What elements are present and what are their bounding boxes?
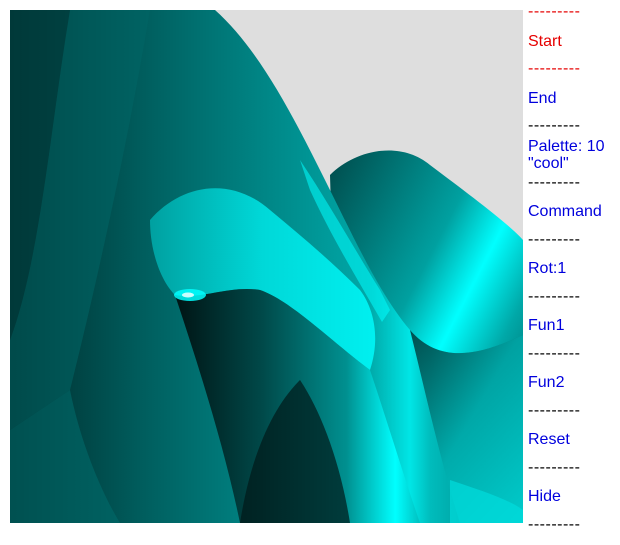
menu-separator: --------- — [528, 516, 581, 533]
menu-item-palette[interactable]: Palette: 10 "cool" — [528, 138, 605, 172]
menu-separator: --------- — [528, 231, 581, 248]
menu-separator: --------- — [528, 288, 581, 305]
menu-separator: --------- — [528, 117, 581, 134]
menu-item-end[interactable]: End — [528, 90, 556, 107]
menu-item-start[interactable]: Start — [528, 33, 562, 50]
app-window: --------- Start --------- End --------- … — [0, 0, 620, 545]
menu-separator: --------- — [528, 402, 581, 419]
menu-item-fun1[interactable]: Fun1 — [528, 317, 564, 334]
control-menu: --------- Start --------- End --------- … — [528, 0, 620, 545]
surface-plot-render — [10, 10, 523, 523]
palette-label: Palette: 10 — [528, 138, 605, 155]
menu-separator: --------- — [528, 459, 581, 476]
menu-item-hide[interactable]: Hide — [528, 488, 561, 505]
menu-item-reset[interactable]: Reset — [528, 431, 570, 448]
menu-separator: --------- — [528, 345, 581, 362]
menu-separator: --------- — [528, 60, 581, 77]
menu-separator: --------- — [528, 3, 581, 20]
menu-item-fun2[interactable]: Fun2 — [528, 374, 564, 391]
menu-item-rot[interactable]: Rot:1 — [528, 260, 566, 277]
menu-item-command[interactable]: Command — [528, 203, 602, 220]
surface-plot-canvas[interactable] — [10, 10, 523, 523]
menu-separator: --------- — [528, 174, 581, 191]
palette-name: "cool" — [528, 155, 569, 172]
